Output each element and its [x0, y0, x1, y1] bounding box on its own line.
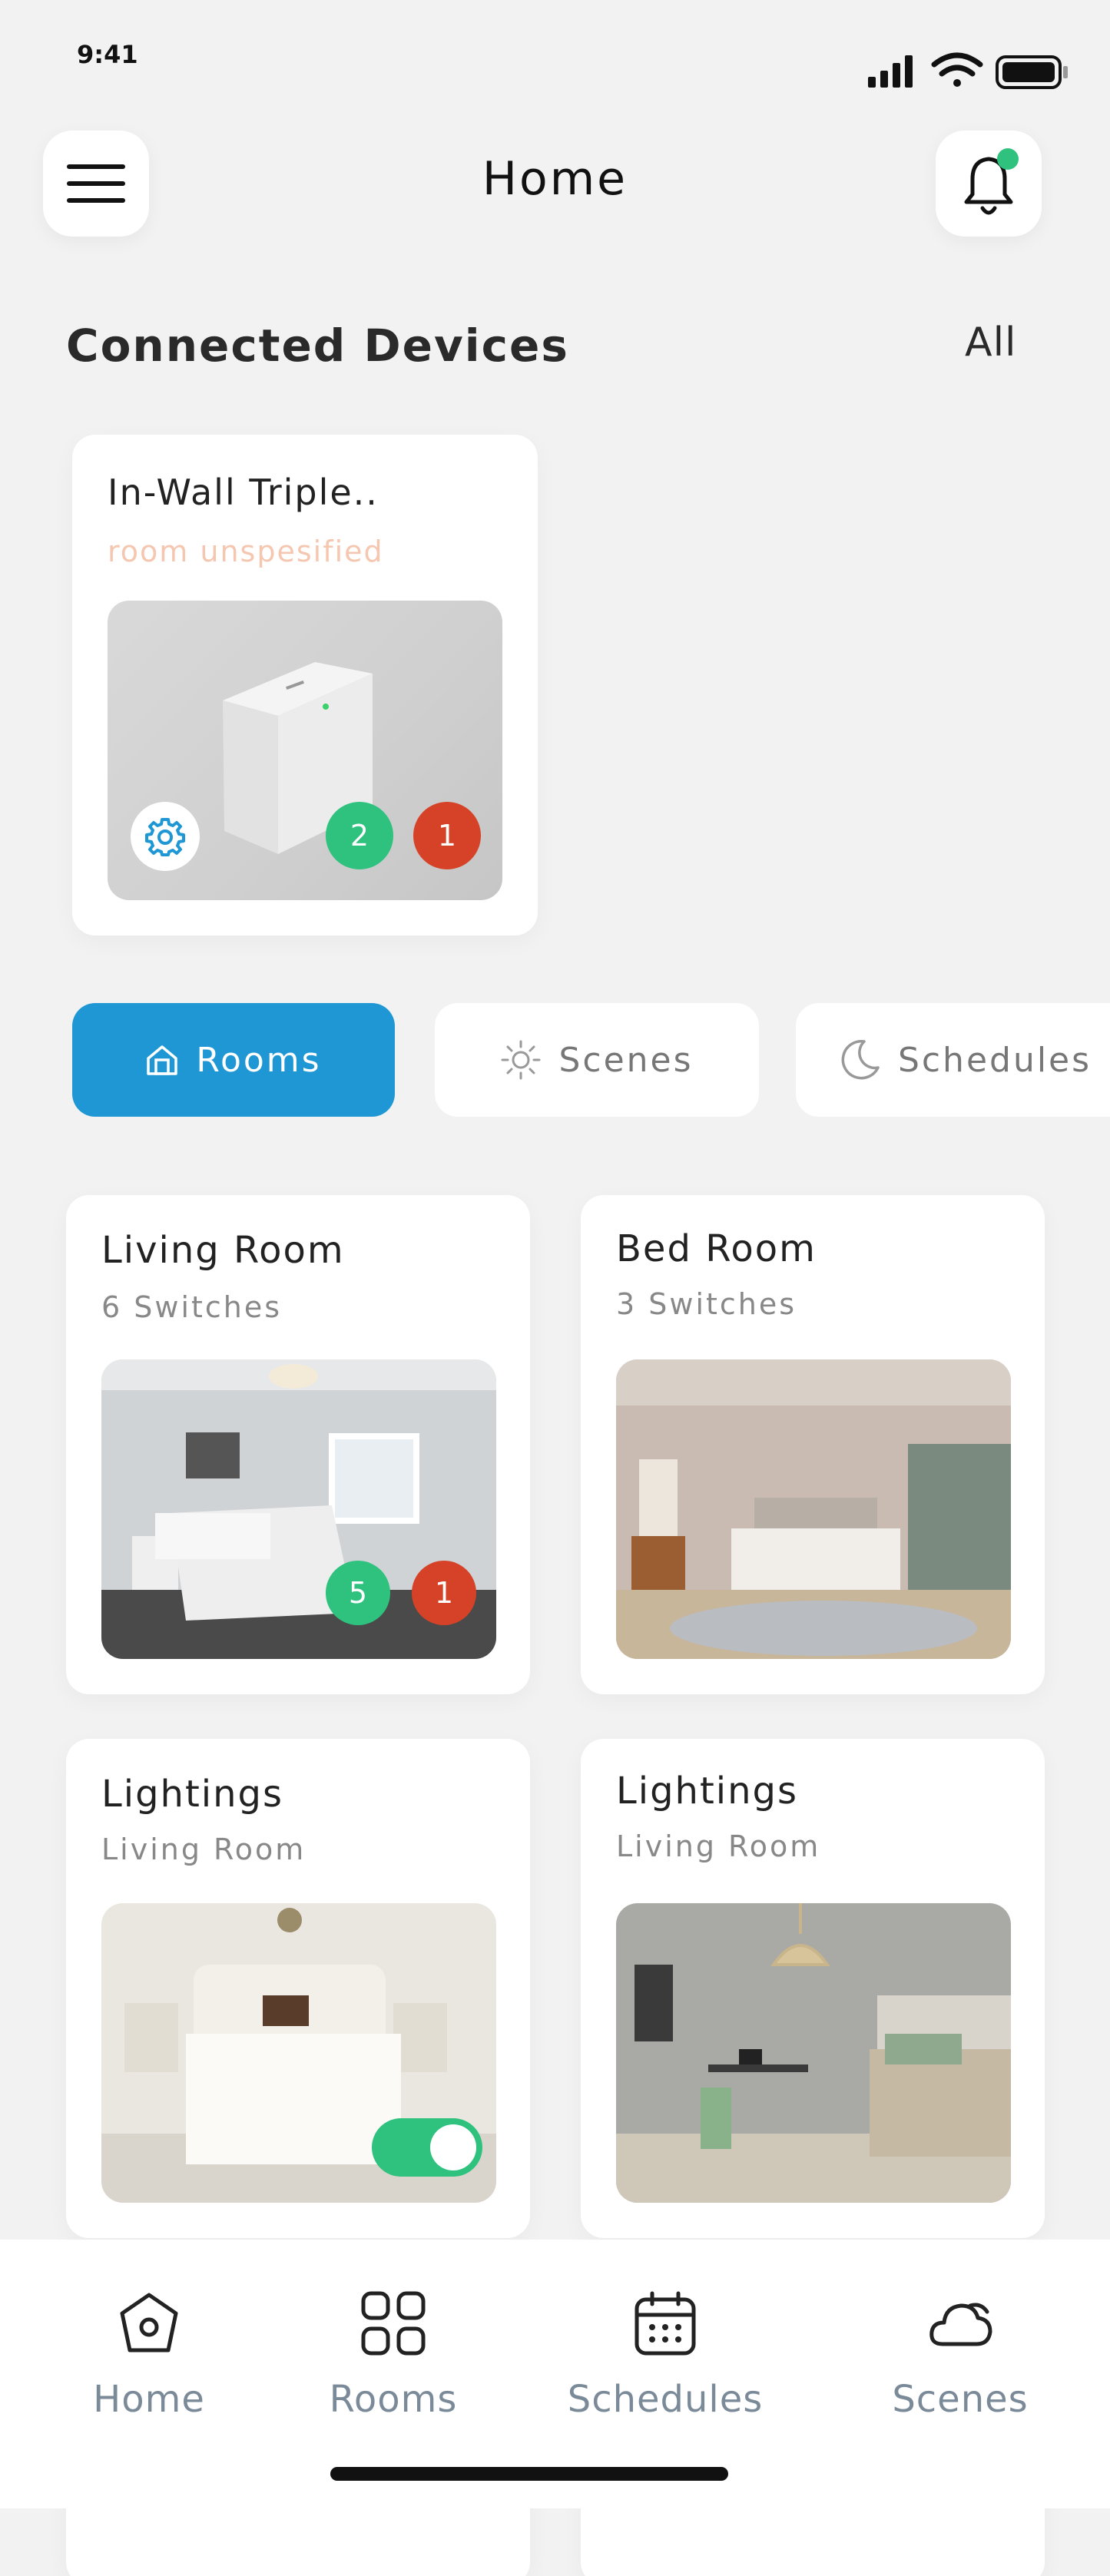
signal-icon	[868, 55, 913, 88]
device-settings-button[interactable]	[131, 802, 200, 871]
room-title: Lightings	[616, 1770, 799, 1813]
bell-icon	[964, 148, 1019, 215]
status-time: 9:41	[77, 40, 138, 69]
tab-label: Schedules	[897, 1040, 1092, 1080]
nav-label: Rooms	[329, 2378, 458, 2421]
room-inactive-count: 1	[412, 1561, 476, 1625]
sun-icon	[501, 1040, 541, 1080]
moon-icon	[841, 1039, 880, 1080]
room-active-count: 5	[326, 1561, 390, 1625]
room-title: Living Room	[101, 1229, 345, 1272]
nav-scenes[interactable]: Scenes	[890, 2289, 1031, 2421]
tab-label: Scenes	[558, 1040, 694, 1080]
room-subtitle: Living Room	[616, 1829, 821, 1863]
cloud-icon	[929, 2303, 992, 2346]
device-room: room unspesified	[108, 535, 384, 568]
lightings-toggle[interactable]	[372, 2118, 482, 2177]
nav-label: Schedules	[567, 2378, 764, 2421]
nav-schedules[interactable]: Schedules	[568, 2289, 762, 2421]
room-photo	[616, 1359, 1011, 1659]
grid-icon	[361, 2291, 426, 2356]
notification-dot	[997, 148, 1019, 170]
device-name: In-Wall Triple..	[108, 472, 379, 513]
status-icons	[860, 48, 1075, 94]
notifications-button[interactable]	[936, 131, 1042, 237]
tab-scenes[interactable]: Scenes	[435, 1003, 759, 1117]
section-title: Connected Devices	[66, 320, 569, 372]
room-photo	[616, 1903, 1011, 2203]
room-subtitle: Living Room	[101, 1833, 306, 1866]
room-title: Lightings	[101, 1773, 284, 1816]
wifi-icon	[931, 52, 983, 87]
tab-rooms[interactable]: Rooms	[72, 1003, 395, 1117]
tab-schedules[interactable]: Schedules	[796, 1003, 1110, 1117]
see-all-link[interactable]: All	[965, 320, 1016, 366]
calendar-icon	[635, 2291, 696, 2356]
inactive-switch-count: 1	[413, 802, 481, 869]
room-subtitle: 6 Switches	[101, 1290, 283, 1324]
home-indicator	[330, 2467, 728, 2481]
active-switch-count: 2	[326, 802, 393, 869]
home-icon	[120, 2293, 178, 2353]
tab-label: Rooms	[196, 1040, 322, 1080]
toggle-knob	[430, 2124, 476, 2170]
room-subtitle: 3 Switches	[616, 1287, 797, 1321]
nav-label: Home	[93, 2378, 205, 2421]
nav-home[interactable]: Home	[93, 2289, 205, 2421]
room-title: Bed Room	[616, 1227, 817, 1270]
nav-label: Scenes	[892, 2378, 1029, 2421]
nav-rooms[interactable]: Rooms	[329, 2289, 458, 2421]
battery-icon	[996, 55, 1068, 89]
gear-icon	[145, 818, 185, 856]
home-outline-icon	[147, 1045, 178, 1075]
